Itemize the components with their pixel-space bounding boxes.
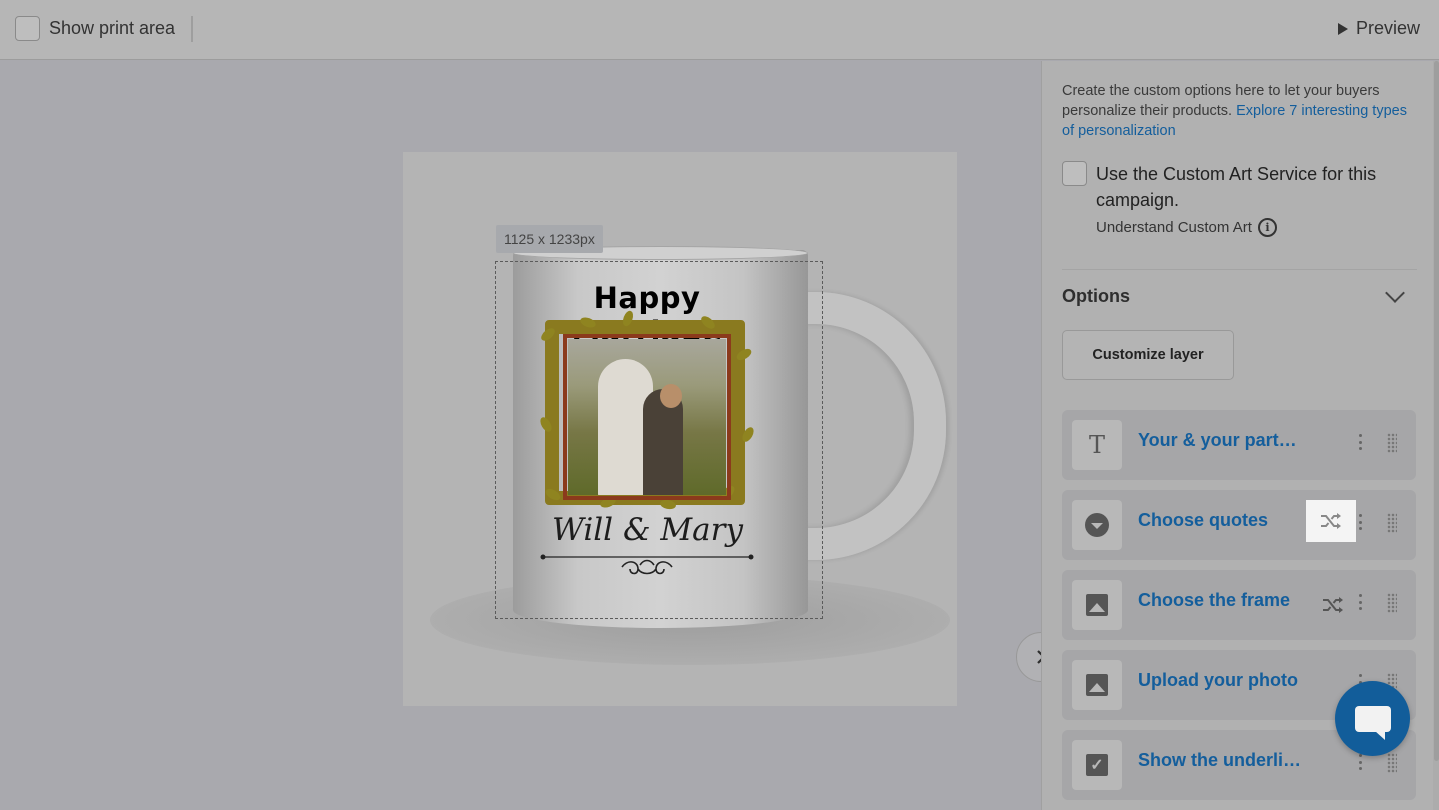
more-options-icon[interactable] xyxy=(1358,514,1362,530)
more-options-icon[interactable] xyxy=(1358,594,1362,610)
scrollbar-thumb[interactable] xyxy=(1434,61,1439,761)
customize-layer-button[interactable]: Customize layer xyxy=(1062,330,1234,380)
print-area-outline[interactable] xyxy=(495,261,823,619)
more-options-icon[interactable] xyxy=(1358,754,1362,770)
chevron-down-icon[interactable] xyxy=(1385,283,1405,303)
shuffle-icon[interactable] xyxy=(1306,500,1356,542)
understand-custom-art-label: Understand Custom Art xyxy=(1096,219,1252,236)
option-card[interactable]: Choose the frame xyxy=(1062,570,1416,640)
checkbox-icon: ✓ xyxy=(1072,740,1122,790)
show-print-area-label[interactable]: Show print area xyxy=(49,18,175,39)
image-icon xyxy=(1072,580,1122,630)
understand-custom-art-link[interactable]: Understand Custom Art i xyxy=(1096,218,1277,237)
toolbar-divider xyxy=(191,16,193,42)
preview-button[interactable]: Preview xyxy=(1337,18,1420,39)
option-label[interactable]: Choose quotes xyxy=(1138,510,1268,531)
drag-handle-icon[interactable] xyxy=(1387,433,1397,453)
intro-text: Create the custom options here to let yo… xyxy=(1062,81,1407,141)
image-icon xyxy=(1072,660,1122,710)
info-icon[interactable]: i xyxy=(1257,218,1277,237)
preview-label: Preview xyxy=(1355,18,1420,38)
custom-art-label[interactable]: Use the Custom Art Service for this camp… xyxy=(1096,161,1406,213)
custom-art-checkbox[interactable] xyxy=(1062,161,1087,186)
shuffle-icon[interactable] xyxy=(1320,592,1346,618)
text-icon: T xyxy=(1072,420,1122,470)
option-card[interactable]: T Your & your part… xyxy=(1062,410,1416,480)
chat-icon xyxy=(1354,705,1391,740)
option-label[interactable]: Your & your part… xyxy=(1138,430,1297,451)
dropdown-icon xyxy=(1072,500,1122,550)
play-icon xyxy=(1337,22,1348,35)
options-section-title[interactable]: Options xyxy=(1062,286,1130,307)
option-label[interactable]: Choose the frame xyxy=(1138,590,1290,611)
drag-handle-icon[interactable] xyxy=(1387,753,1397,773)
option-card[interactable]: Choose quotes xyxy=(1062,490,1416,560)
drag-handle-icon[interactable] xyxy=(1387,593,1397,613)
show-print-area-checkbox[interactable] xyxy=(15,16,40,41)
more-options-icon[interactable] xyxy=(1358,434,1362,450)
dimension-label: 1125 x 1233px xyxy=(496,225,603,253)
option-label[interactable]: Show the underli… xyxy=(1138,750,1301,771)
chat-button[interactable] xyxy=(1335,681,1410,756)
section-divider xyxy=(1062,269,1417,270)
drag-handle-icon[interactable] xyxy=(1387,513,1397,533)
top-toolbar: Show print area Preview xyxy=(0,0,1439,60)
option-label[interactable]: Upload your photo xyxy=(1138,670,1298,691)
